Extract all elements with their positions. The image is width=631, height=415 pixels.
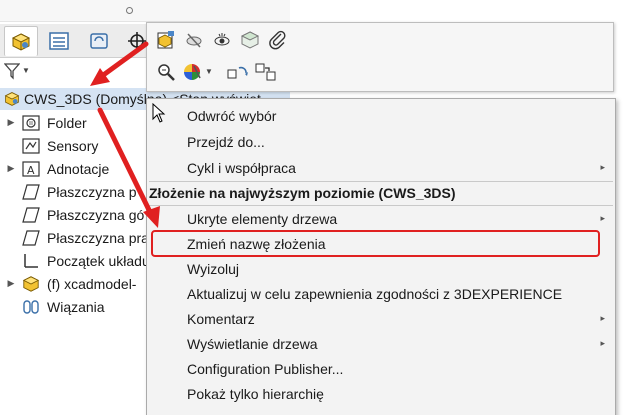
expand-arrow-icon[interactable]: ▶	[5, 278, 17, 289]
svg-text:A: A	[27, 164, 35, 177]
filter-dropdown-caret-icon[interactable]: ▼	[22, 66, 30, 75]
menu-item-label: Aktualizuj w celu zapewnienia zgodności …	[187, 285, 563, 302]
submenu-arrow-icon: ▸	[600, 313, 605, 323]
submenu-arrow-icon: ▸	[600, 213, 605, 223]
menu-section-title: Złożenie na najwyższym poziomie (CWS_3DS…	[147, 181, 615, 205]
zoom-icon	[158, 64, 175, 81]
origin-icon	[21, 252, 41, 270]
hide-eye-icon	[186, 33, 202, 48]
rotate-component-icon	[227, 66, 248, 79]
menu-item-configuration-publisher[interactable]: Configuration Publisher...	[147, 356, 615, 381]
tab-configuration-manager[interactable]	[82, 26, 116, 56]
panel-handle-icon[interactable]	[126, 7, 133, 14]
menu-item-label: Wyizoluj	[187, 260, 239, 277]
menu-item-hidden-tree-items[interactable]: Ukryte elementy drzewa ▸	[147, 206, 615, 231]
mouse-cursor-icon	[152, 103, 166, 123]
submenu-arrow-icon: ▸	[600, 338, 605, 348]
tree-item-label: Folder	[47, 114, 87, 131]
assembly-icon	[4, 92, 20, 106]
expand-arrow-icon[interactable]: ▶	[5, 163, 17, 174]
transparency-button[interactable]	[237, 27, 263, 53]
sensor-icon	[21, 137, 41, 155]
filter-funnel-icon[interactable]	[4, 62, 20, 80]
appearance-ball-icon	[184, 64, 201, 80]
menu-item-comment[interactable]: Komentarz ▸	[147, 306, 615, 331]
open-part-button[interactable]	[153, 27, 179, 53]
menu-item-invert-selection[interactable]: Odwróć wybór	[147, 103, 615, 128]
eye-icon	[214, 33, 230, 46]
menu-item-label: Wyświetlanie drzewa	[187, 335, 318, 352]
menu-item-label: Configuration Publisher...	[187, 360, 344, 377]
plane-icon	[21, 229, 41, 247]
attach-button[interactable]	[265, 27, 291, 53]
property-list-icon	[49, 32, 69, 50]
mates-icon	[21, 298, 41, 316]
tab-feature-tree[interactable]	[4, 26, 38, 56]
tree-item-label: Początek układu	[47, 252, 150, 269]
rename-highlight-box	[151, 230, 600, 257]
menu-item-lifecycle-collaboration[interactable]: Cykl i współpraca ▸	[147, 155, 615, 180]
tree-item-label: Adnotacje	[47, 160, 110, 177]
paperclip-icon	[269, 30, 286, 50]
menu-item-label: Pokaż tylko hierarchię	[187, 385, 324, 402]
tree-item-label: Płaszczyzna gó	[47, 206, 145, 223]
tree-item-label: Wiązania	[47, 298, 105, 315]
appearance-button[interactable]	[179, 59, 205, 85]
menu-item-go-to[interactable]: Przejdź do...	[147, 129, 615, 154]
submenu-arrow-icon: ▸	[600, 162, 605, 172]
section-title-label: Złożenie na najwyższym poziomie (CWS_3DS…	[149, 185, 456, 201]
menu-item-label: Odwróć wybór	[187, 107, 277, 124]
assembly-cube-icon	[11, 32, 31, 51]
menu-item-label: Ukryte elementy drzewa	[187, 210, 338, 227]
menu-item-tree-display[interactable]: Wyświetlanie drzewa ▸	[147, 331, 615, 356]
show-component-button[interactable]	[209, 27, 235, 53]
crosshair-icon	[128, 32, 146, 50]
tree-item-label: Płaszczyzna pra	[47, 229, 149, 246]
tree-item-label: (f) xcadmodel-	[47, 275, 137, 292]
reload-icon	[255, 63, 276, 81]
change-transparency-button[interactable]	[225, 59, 251, 85]
hide-component-button[interactable]	[181, 27, 207, 53]
transparency-cube-icon	[240, 31, 260, 49]
zoom-to-selection-button[interactable]	[153, 59, 179, 85]
plane-icon	[21, 206, 41, 224]
menu-item-update-3dexperience[interactable]: Aktualizuj w celu zapewnienia zgodności …	[147, 281, 615, 306]
folder-icon	[21, 114, 41, 132]
menu-item-label: Cykl i współpraca	[187, 159, 296, 176]
annotation-icon: A	[21, 160, 41, 178]
plane-icon	[21, 183, 41, 201]
menu-item-isolate[interactable]: Wyizoluj	[147, 256, 615, 281]
menu-item-label: Komentarz	[187, 310, 255, 327]
tree-item-label: Płaszczyzna p	[47, 183, 137, 200]
configuration-icon	[90, 33, 108, 49]
tree-item-label: Sensory	[47, 137, 99, 154]
expand-arrow-icon[interactable]: ▶	[5, 117, 17, 128]
appearance-dropdown-caret-icon[interactable]: ▼	[205, 67, 213, 76]
tab-property-manager[interactable]	[42, 26, 76, 56]
reload-component-button[interactable]	[253, 59, 279, 85]
part-icon	[21, 275, 41, 293]
panel-top-strip	[0, 0, 290, 22]
context-shortcut-toolbar: ▼	[146, 22, 614, 92]
menu-item-show-hierarchy-only[interactable]: Pokaż tylko hierarchię	[147, 381, 615, 406]
open-part-icon	[157, 31, 174, 49]
menu-item-label: Przejdź do...	[187, 133, 265, 150]
